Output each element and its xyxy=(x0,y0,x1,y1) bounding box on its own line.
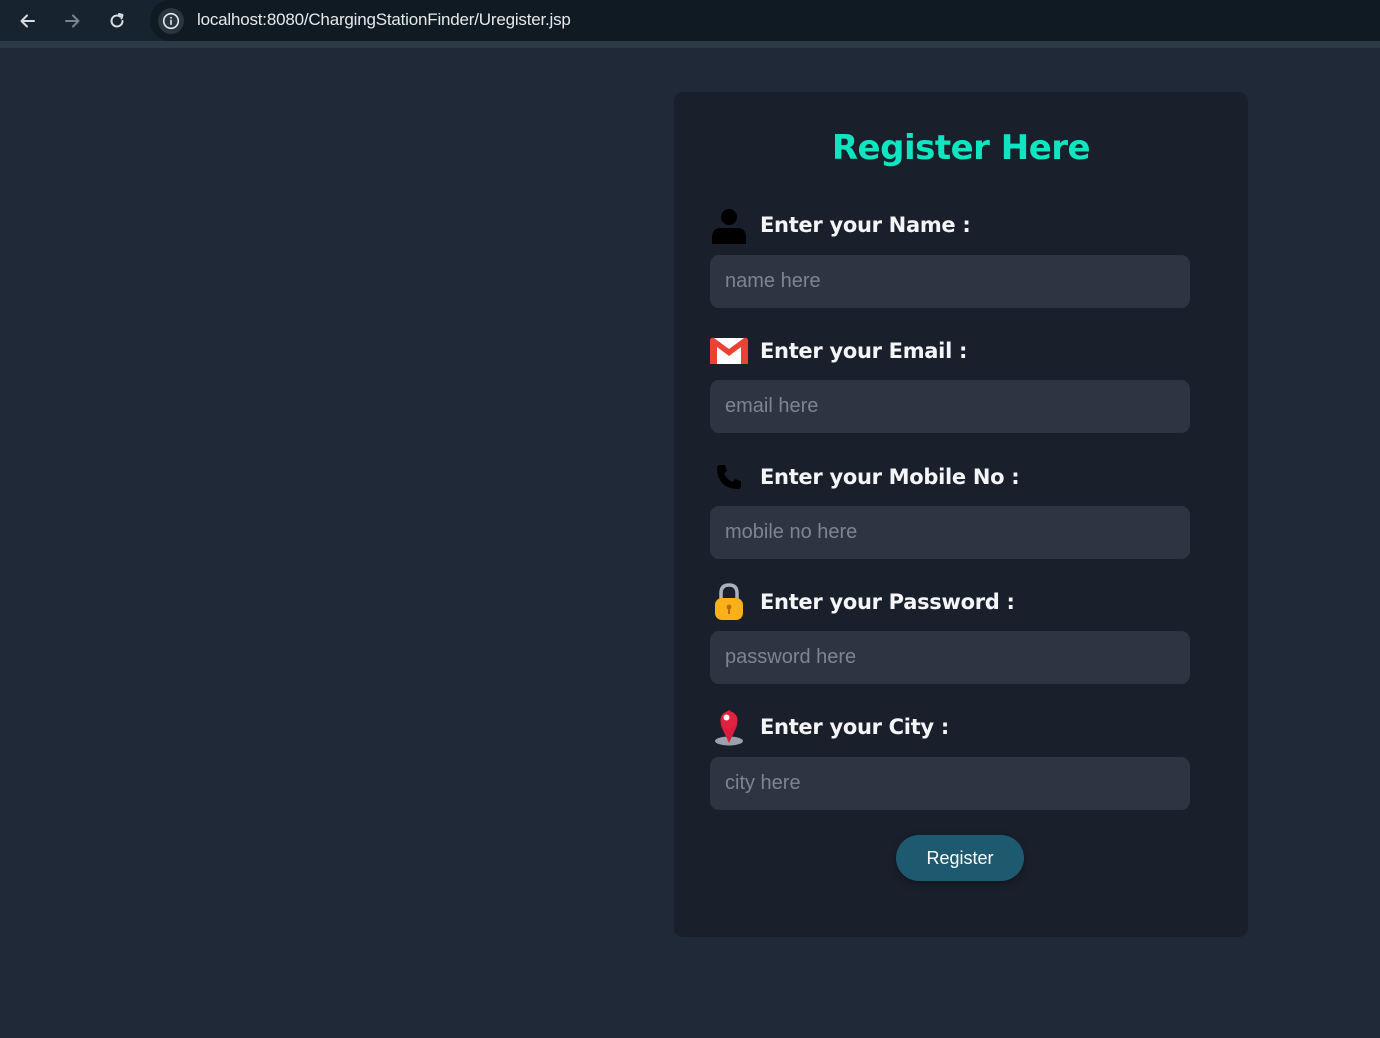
person-icon xyxy=(710,206,748,244)
city-label: Enter your City : xyxy=(710,708,949,746)
city-label-text: Enter your City : xyxy=(760,715,949,739)
email-input[interactable] xyxy=(710,380,1190,433)
site-info-button[interactable] xyxy=(158,8,184,34)
browser-toolbar: localhost:8080/ChargingStationFinder/Ure… xyxy=(0,0,1380,48)
reload-icon xyxy=(110,13,124,28)
info-icon xyxy=(162,12,180,30)
gmail-icon xyxy=(710,332,748,370)
forward-button[interactable] xyxy=(57,6,87,36)
phone-icon xyxy=(710,458,748,496)
back-arrow-icon xyxy=(20,14,35,28)
forward-arrow-icon xyxy=(65,14,80,28)
register-card: Register Here Enter your Name : Enter yo… xyxy=(674,92,1248,937)
reload-button[interactable] xyxy=(102,6,132,36)
register-button[interactable]: Register xyxy=(896,835,1024,881)
page-title: Register Here xyxy=(831,128,1091,168)
email-label-text: Enter your Email : xyxy=(760,339,968,363)
email-label: Enter your Email : xyxy=(710,332,967,370)
mobile-input[interactable] xyxy=(710,506,1190,559)
mobile-label-text: Enter your Mobile No : xyxy=(760,465,1020,489)
city-input[interactable] xyxy=(710,757,1190,810)
url-text[interactable]: localhost:8080/ChargingStationFinder/Ure… xyxy=(197,10,571,30)
back-button[interactable] xyxy=(13,6,43,36)
location-pin-icon xyxy=(710,708,748,746)
address-bar[interactable]: localhost:8080/ChargingStationFinder/Ure… xyxy=(150,0,1380,41)
password-label: Enter your Password : xyxy=(710,583,1015,621)
password-label-text: Enter your Password : xyxy=(760,590,1015,614)
lock-icon xyxy=(710,583,748,621)
mobile-label: Enter your Mobile No : xyxy=(710,458,1020,496)
name-input[interactable] xyxy=(710,255,1190,308)
name-label-text: Enter your Name : xyxy=(760,213,971,237)
name-label: Enter your Name : xyxy=(710,206,971,244)
password-input[interactable] xyxy=(710,631,1190,684)
